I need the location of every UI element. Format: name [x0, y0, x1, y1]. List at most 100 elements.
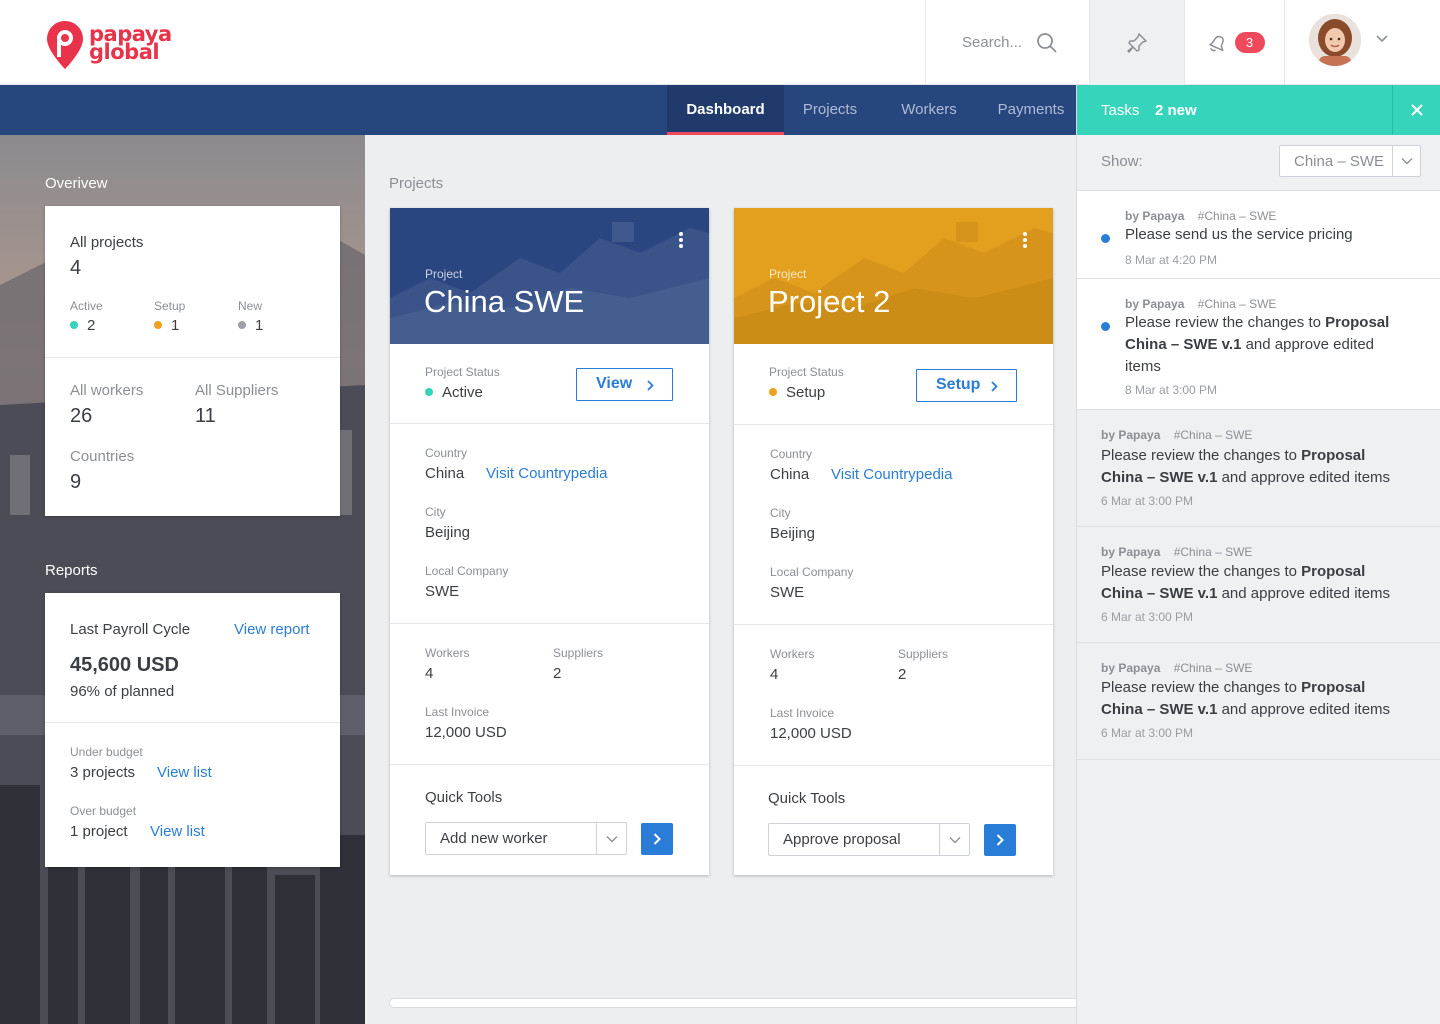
task-message: Please send us the service pricing [1125, 226, 1353, 243]
project-name: China SWE [424, 284, 585, 319]
under-budget-view-list-link[interactable]: View list [157, 764, 212, 781]
quick-tools-label: Quick Tools [768, 790, 846, 807]
search-box[interactable]: Search... [925, 0, 1089, 85]
last-invoice-value: 12,000 USD [770, 725, 852, 742]
under-budget-value: 3 projects [70, 764, 136, 781]
local-company-value: SWE [425, 583, 460, 600]
project-name: Project 2 [768, 284, 891, 319]
project-kicker: Project [769, 267, 807, 281]
papaya-global-logo[interactable]: papaya global [45, 19, 175, 71]
task-meta: by Papaya #China – SWE [1125, 297, 1276, 311]
tab-projects[interactable]: Projects [785, 85, 875, 135]
view-report-link[interactable]: View report [234, 621, 310, 638]
task-tag: #China – SWE [1173, 428, 1253, 442]
all-workers-value: 26 [70, 405, 93, 427]
workers-value: 4 [770, 666, 779, 683]
country-label: Country [770, 447, 813, 461]
task-message: Please review the changes to Proposal Ch… [1125, 314, 1390, 375]
task-item[interactable]: by Papaya #China – SWE Please review the… [1077, 527, 1440, 643]
tab-dashboard[interactable]: Dashboard [667, 85, 784, 135]
task-item[interactable]: by Papaya #China – SWE Please review the… [1077, 643, 1440, 760]
status-new-value: 1 [255, 317, 264, 334]
quick-tools-select[interactable]: Approve proposal [768, 823, 970, 856]
quick-tools-label: Quick Tools [425, 789, 503, 806]
project-card-china-swe: Project China SWE Project Status Active … [390, 208, 709, 875]
project-banner: Project Project 2 [734, 208, 1053, 344]
tasks-title: Tasks [1101, 102, 1140, 119]
last-payroll-label: Last Payroll Cycle [70, 621, 191, 638]
quick-tools-select[interactable]: Add new worker [425, 822, 627, 855]
workers-value: 4 [425, 665, 434, 682]
chevron-down-icon[interactable] [1392, 146, 1420, 176]
setup-dot [154, 321, 162, 329]
all-projects-label: All projects [70, 234, 144, 251]
project-status-label: Project Status [425, 365, 500, 379]
chevron-down-icon[interactable] [596, 823, 626, 854]
status-setup-label: Setup [154, 299, 186, 313]
notifications-button[interactable]: 3 [1184, 0, 1284, 85]
main-nav: Dashboard Projects Workers Payments [0, 85, 1076, 135]
active-dot [70, 321, 78, 329]
setup-button[interactable]: Setup [916, 369, 1017, 402]
show-filter-label: Show: [1101, 153, 1143, 170]
status-active: 2 [70, 317, 95, 334]
countries-value: 9 [70, 471, 82, 493]
status-dot [425, 388, 433, 396]
task-meta: by Papaya #China – SWE [1101, 428, 1252, 442]
visit-countrypedia-link[interactable]: Visit Countrypedia [831, 466, 952, 483]
over-budget-view-list-link[interactable]: View list [150, 823, 205, 840]
search-placeholder: Search... [962, 34, 1023, 51]
quick-tools-go-button[interactable] [984, 824, 1016, 856]
project-card-project-2: Project Project 2 Project Status Setup S… [734, 208, 1053, 875]
bell-icon [1208, 35, 1224, 51]
tasks-panel: Tasks 2 new Show: China – SWE by Papaya … [1076, 85, 1440, 1024]
task-message: Please review the changes to Proposal Ch… [1101, 447, 1391, 486]
status-setup-value: 1 [171, 317, 180, 334]
task-item[interactable]: by Papaya #China – SWE Please review the… [1077, 279, 1440, 410]
tab-workers[interactable]: Workers [884, 85, 974, 135]
chevron-right-icon [653, 833, 661, 845]
divider [45, 722, 340, 723]
city-label: City [425, 505, 446, 519]
task-time: 8 Mar at 4:20 PM [1125, 253, 1218, 267]
quick-tools-selected: Add new worker [440, 830, 548, 847]
new-dot [238, 321, 246, 329]
city-label: City [770, 506, 791, 520]
suppliers-value: 2 [898, 666, 907, 683]
status-new: 1 [238, 317, 263, 334]
project-status-value: Active [442, 384, 483, 401]
project-status-label: Project Status [769, 365, 844, 379]
avatar[interactable] [1309, 14, 1361, 66]
chevron-down-icon[interactable] [939, 824, 969, 855]
task-author: by Papaya [1125, 297, 1185, 311]
kebab-icon[interactable] [1023, 232, 1027, 250]
overview-column: Overivew All projects 4 Active 2 Setup 1… [0, 135, 365, 1024]
divider [734, 765, 1053, 766]
visit-countrypedia-link[interactable]: Visit Countrypedia [486, 465, 607, 482]
task-item[interactable]: by Papaya #China – SWE Please send us th… [1077, 190, 1440, 279]
horizontal-scrollbar[interactable] [389, 998, 1076, 1008]
local-company-label: Local Company [425, 564, 509, 578]
chevron-down-icon[interactable] [1375, 34, 1389, 44]
kebab-icon[interactable] [679, 232, 683, 250]
pin-button[interactable] [1089, 0, 1184, 85]
quick-tools-go-button[interactable] [641, 823, 673, 855]
all-suppliers-value: 11 [195, 405, 216, 427]
tasks-filter-value: China – SWE [1294, 153, 1385, 170]
divider [390, 764, 709, 765]
close-tasks-button[interactable] [1392, 85, 1440, 135]
countries-label: Countries [70, 448, 135, 465]
task-time: 6 Mar at 3:00 PM [1101, 610, 1194, 624]
local-company-value: SWE [770, 584, 805, 601]
view-button[interactable]: View [576, 368, 673, 401]
payroll-planned: 96% of planned [70, 683, 175, 700]
chevron-right-icon [991, 381, 998, 392]
task-item[interactable]: by Papaya #China – SWE Please review the… [1077, 410, 1440, 527]
task-tag: #China – SWE [1197, 209, 1277, 223]
task-time: 8 Mar at 3:00 PM [1125, 383, 1218, 397]
task-message: Please review the changes to Proposal Ch… [1101, 563, 1391, 602]
tab-payments[interactable]: Payments [986, 85, 1076, 135]
user-menu[interactable] [1284, 0, 1440, 85]
tasks-filter-select[interactable]: China – SWE [1279, 145, 1421, 177]
task-meta: by Papaya #China – SWE [1125, 209, 1276, 223]
